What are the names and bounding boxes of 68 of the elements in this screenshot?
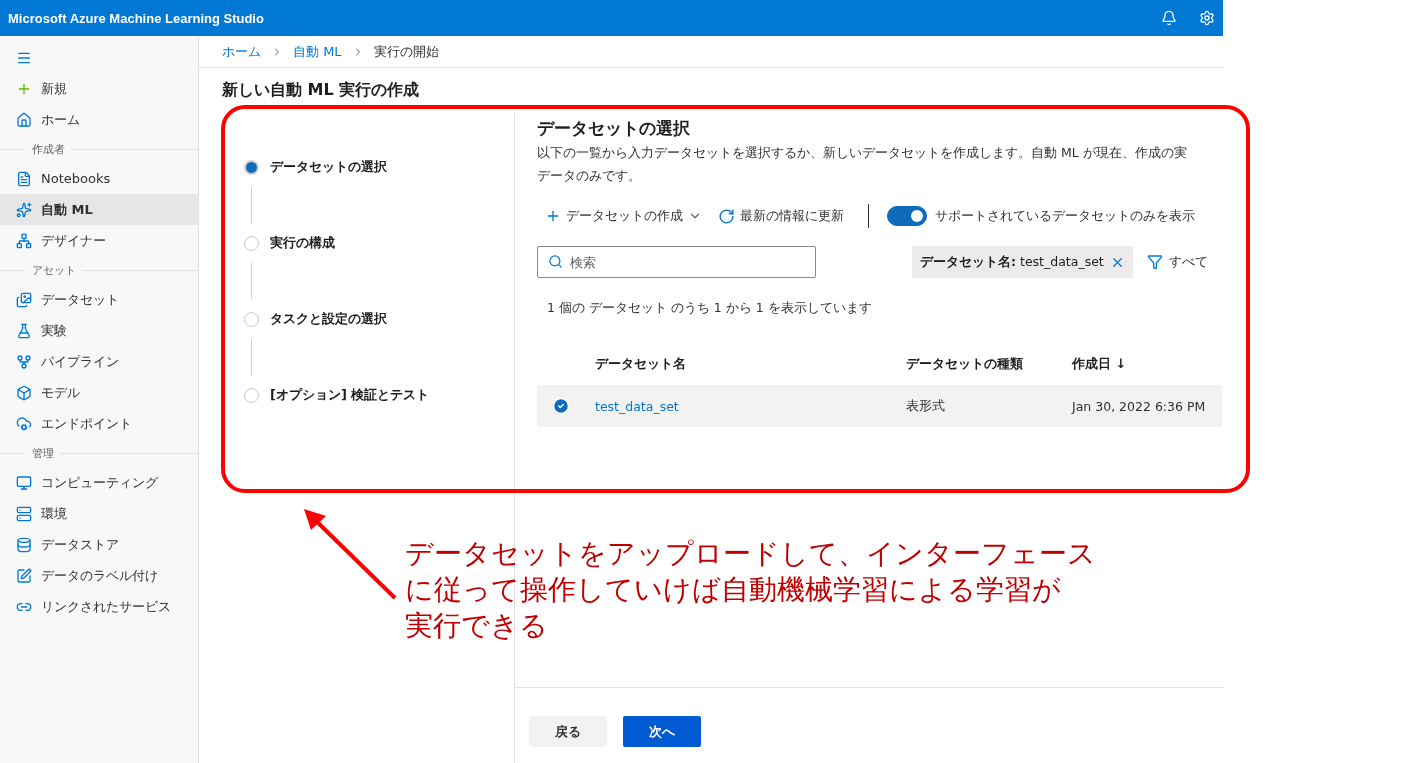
nav-item[interactable]: エンドポイント	[0, 408, 198, 439]
nav-item[interactable]: データストア	[0, 529, 198, 560]
dataset-link[interactable]: test_data_set	[595, 398, 906, 414]
notification-bell-icon[interactable]	[1161, 10, 1177, 26]
check-circle-icon[interactable]	[552, 397, 570, 415]
section-title: データセットの選択	[537, 117, 691, 140]
filter-chip-text: データセット名: test_data_set	[920, 253, 1104, 271]
server-icon	[16, 505, 32, 522]
cloud-icon	[16, 415, 32, 432]
nav-item[interactable]: デザイナー	[0, 225, 198, 256]
toggle-label: サポートされているデータセットのみを表示	[935, 207, 1195, 225]
cube-icon	[16, 384, 32, 401]
result-count: 1 個の データセット のうち 1 から 1 を表示しています	[547, 300, 873, 317]
description-text: 以下の一覧から入力データセットを選択するか、新しいデータセットを作成します。自動 ML が現在、作成の実	[537, 144, 1188, 162]
table-cell-text: 表形式	[906, 397, 946, 415]
refresh-button[interactable]: 最新の情報に更新	[710, 207, 852, 225]
column-header[interactable]: データセット名	[595, 355, 906, 373]
database-icon	[16, 536, 32, 553]
step-label[interactable]: [オプション] 検証とテスト	[270, 386, 430, 404]
search-field[interactable]: 検索	[537, 246, 816, 278]
section-label: 作成者	[32, 141, 65, 157]
monitor-icon	[16, 474, 32, 491]
filter-button[interactable]: すべて	[1146, 253, 1208, 271]
breadcrumb-link[interactable]: ホーム	[222, 42, 261, 61]
back-button[interactable]: 戻る	[529, 716, 607, 747]
home-icon	[16, 111, 32, 128]
step-label[interactable]: タスクと設定の選択	[270, 310, 387, 328]
nav-item[interactable]: リンクされたサービス	[0, 591, 198, 622]
search-icon	[548, 254, 563, 269]
next-button[interactable]: 次へ	[623, 716, 701, 747]
settings-icon[interactable]	[1199, 10, 1215, 26]
table-row[interactable]: test_data_set 表形式 Jan 30, 2022 6:36 PM	[537, 385, 1222, 427]
description-text: データのみです。	[537, 167, 642, 185]
nav-item[interactable]: ホーム	[0, 104, 198, 135]
document-icon	[16, 170, 32, 187]
nav-item[interactable]: データセット	[0, 284, 198, 315]
toggle-switch[interactable]	[887, 206, 927, 226]
nav-item[interactable]: Notebooks	[0, 163, 198, 194]
step-label[interactable]: データセットの選択	[270, 158, 387, 176]
current-page-label: 実行の開始	[373, 42, 439, 61]
sparkles-icon	[16, 201, 32, 218]
nav-item[interactable]: データのラベル付け	[0, 560, 198, 591]
step-label[interactable]: 実行の構成	[270, 234, 335, 252]
create-dataset-button[interactable]: データセットの作成	[537, 207, 710, 225]
nav-item[interactable]: パイプライン	[0, 346, 198, 377]
section-label: アセット	[32, 262, 76, 278]
app-title: Microsoft Azure Machine Learning Studio	[8, 10, 265, 26]
page-title: 新しい自動 ML 実行の作成	[222, 80, 421, 101]
table-cell-text: Jan 30, 2022 6:36 PM	[1072, 398, 1207, 414]
flask-icon	[16, 322, 32, 339]
nav-item[interactable]: コンピューティング	[0, 467, 198, 498]
annotation-text: データセットをアップロードして、インターフェース に従って操作していけば自動機械学習による学習が 実行できる	[405, 536, 1096, 644]
section-label: 管理	[32, 445, 54, 461]
branch-icon	[16, 353, 32, 370]
nav-item[interactable]: 新規	[0, 73, 198, 104]
breadcrumb-link[interactable]: 自動 ML	[293, 42, 342, 61]
nav-item[interactable]: 自動 ML	[0, 194, 198, 225]
images-icon	[16, 291, 32, 308]
nav-item[interactable]: モデル	[0, 377, 198, 408]
nav-item[interactable]: 実験	[0, 315, 198, 346]
filter-icon	[1146, 254, 1163, 270]
nav-item[interactable]: 環境	[0, 498, 198, 529]
column-header[interactable]: データセットの種類	[906, 355, 1072, 373]
refresh-icon	[718, 207, 735, 225]
edit-icon	[16, 567, 32, 584]
plus-icon	[545, 208, 561, 224]
hierarchy-icon	[16, 232, 32, 249]
column-header[interactable]: 作成日 ↓	[1072, 355, 1222, 373]
